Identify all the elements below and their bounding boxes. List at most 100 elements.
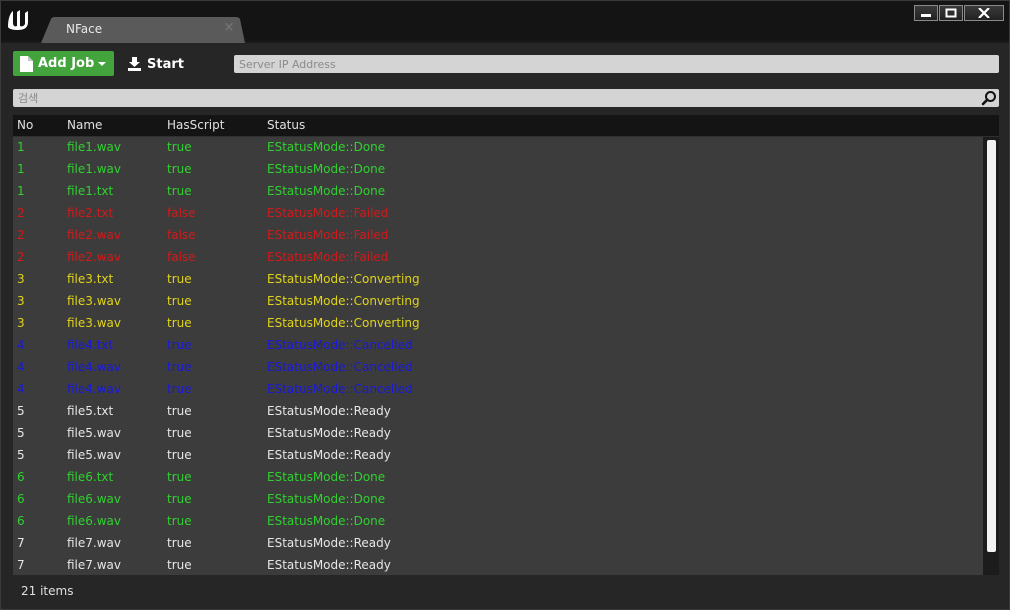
cell-status: EStatusMode::Cancelled bbox=[267, 338, 413, 352]
column-header-status[interactable]: Status bbox=[267, 118, 305, 132]
cell-status: EStatusMode::Converting bbox=[267, 316, 420, 330]
cell-name: file5.wav bbox=[67, 426, 121, 440]
cell-name: file2.txt bbox=[67, 206, 114, 220]
cell-name: file3.wav bbox=[67, 316, 121, 330]
cell-name: file1.wav bbox=[67, 140, 121, 154]
search-icon[interactable] bbox=[981, 90, 997, 106]
cell-no: 7 bbox=[17, 536, 25, 550]
column-header-hasscript[interactable]: HasScript bbox=[167, 118, 224, 132]
table-row[interactable]: 2 file2.txt false EStatusMode::Failed bbox=[13, 203, 983, 225]
cell-hasscript: true bbox=[167, 536, 192, 550]
cell-hasscript: true bbox=[167, 162, 192, 176]
cell-name: file4.txt bbox=[67, 338, 114, 352]
cell-status: EStatusMode::Converting bbox=[267, 272, 420, 286]
cell-status: EStatusMode::Done bbox=[267, 162, 386, 176]
cell-hasscript: true bbox=[167, 448, 192, 462]
app-window: NFace × Add Job Start Server IP Address … bbox=[0, 0, 1010, 610]
table-row[interactable]: 5 file5.txt true EStatusMode::Ready bbox=[13, 401, 983, 423]
scrollbar-thumb[interactable] bbox=[987, 140, 996, 552]
minimize-button[interactable] bbox=[914, 5, 938, 21]
server-ip-input[interactable] bbox=[234, 55, 999, 73]
cell-no: 7 bbox=[17, 558, 25, 572]
table-row[interactable]: 4 file4.wav true EStatusMode::Cancelled bbox=[13, 357, 983, 379]
cell-name: file5.txt bbox=[67, 404, 114, 418]
document-icon bbox=[20, 55, 33, 72]
cell-name: file6.wav bbox=[67, 492, 121, 506]
cell-name: file7.wav bbox=[67, 536, 121, 550]
table-row[interactable]: 3 file3.wav true EStatusMode::Converting bbox=[13, 291, 983, 313]
cell-name: file4.wav bbox=[67, 360, 121, 374]
table-row[interactable]: 2 file2.wav false EStatusMode::Failed bbox=[13, 225, 983, 247]
cell-no: 2 bbox=[17, 206, 25, 220]
cell-hasscript: false bbox=[167, 206, 196, 220]
column-header-name[interactable]: Name bbox=[67, 118, 102, 132]
cell-hasscript: true bbox=[167, 404, 192, 418]
cell-name: file2.wav bbox=[67, 228, 121, 242]
title-bar[interactable]: NFace × bbox=[1, 1, 1009, 43]
cell-no: 1 bbox=[17, 162, 25, 176]
maximize-button[interactable] bbox=[939, 5, 963, 21]
cell-hasscript: true bbox=[167, 382, 192, 396]
search-input[interactable] bbox=[13, 89, 973, 107]
table-row[interactable]: 3 file3.wav true EStatusMode::Converting bbox=[13, 313, 983, 335]
cell-name: file5.wav bbox=[67, 448, 121, 462]
table-row[interactable]: 3 file3.txt true EStatusMode::Converting bbox=[13, 269, 983, 291]
cell-no: 1 bbox=[17, 184, 25, 198]
table-row[interactable]: 5 file5.wav true EStatusMode::Ready bbox=[13, 445, 983, 467]
start-label: Start bbox=[147, 56, 184, 72]
table-row[interactable]: 7 file7.wav true EStatusMode::Ready bbox=[13, 555, 983, 575]
search-bar bbox=[13, 89, 999, 107]
add-job-button[interactable]: Add Job bbox=[13, 51, 114, 76]
cell-status: EStatusMode::Cancelled bbox=[267, 382, 413, 396]
cell-status: EStatusMode::Ready bbox=[267, 426, 391, 440]
cell-hasscript: false bbox=[167, 228, 196, 242]
cell-no: 4 bbox=[17, 360, 25, 374]
cell-status: EStatusMode::Ready bbox=[267, 404, 391, 418]
table-row[interactable]: 5 file5.wav true EStatusMode::Ready bbox=[13, 423, 983, 445]
unreal-engine-logo-icon bbox=[8, 10, 28, 30]
cell-no: 5 bbox=[17, 404, 25, 418]
cell-no: 5 bbox=[17, 448, 25, 462]
cell-hasscript: true bbox=[167, 360, 192, 374]
cell-name: file1.txt bbox=[67, 184, 114, 198]
cell-hasscript: true bbox=[167, 470, 192, 484]
cell-name: file4.wav bbox=[67, 382, 121, 396]
window-controls bbox=[914, 5, 1004, 21]
cell-status: EStatusMode::Failed bbox=[267, 206, 389, 220]
cell-status: EStatusMode::Done bbox=[267, 470, 386, 484]
cell-name: file1.wav bbox=[67, 162, 121, 176]
table-row[interactable]: 1 file1.wav true EStatusMode::Done bbox=[13, 137, 983, 159]
cell-hasscript: true bbox=[167, 184, 192, 198]
table-row[interactable]: 6 file6.txt true EStatusMode::Done bbox=[13, 467, 983, 489]
close-window-button[interactable] bbox=[964, 5, 1004, 21]
start-button[interactable]: Start bbox=[127, 54, 184, 74]
table-row[interactable]: 2 file2.wav false EStatusMode::Failed bbox=[13, 247, 983, 269]
cell-hasscript: true bbox=[167, 338, 192, 352]
tab-close-icon[interactable]: × bbox=[223, 21, 235, 35]
table-row[interactable]: 1 file1.txt true EStatusMode::Done bbox=[13, 181, 983, 203]
job-table: No Name HasScript Status 1 file1.wav true E… bbox=[13, 115, 999, 575]
cell-status: EStatusMode::Ready bbox=[267, 558, 391, 572]
table-row[interactable]: 6 file6.wav true EStatusMode::Done bbox=[13, 489, 983, 511]
cell-status: EStatusMode::Done bbox=[267, 492, 386, 506]
cell-status: EStatusMode::Failed bbox=[267, 250, 389, 264]
cell-no: 3 bbox=[17, 272, 25, 286]
table-row[interactable]: 6 file6.wav true EStatusMode::Done bbox=[13, 511, 983, 533]
table-row[interactable]: 7 file7.wav true EStatusMode::Ready bbox=[13, 533, 983, 555]
cell-hasscript: true bbox=[167, 316, 192, 330]
close-icon bbox=[978, 8, 990, 18]
cell-no: 6 bbox=[17, 470, 25, 484]
cell-no: 6 bbox=[17, 514, 25, 528]
cell-no: 3 bbox=[17, 316, 25, 330]
table-row[interactable]: 1 file1.wav true EStatusMode::Done bbox=[13, 159, 983, 181]
cell-no: 2 bbox=[17, 250, 25, 264]
cell-status: EStatusMode::Ready bbox=[267, 448, 391, 462]
column-header-no[interactable]: No bbox=[17, 118, 33, 132]
table-row[interactable]: 4 file4.txt true EStatusMode::Cancelled bbox=[13, 335, 983, 357]
table-row[interactable]: 4 file4.wav true EStatusMode::Cancelled bbox=[13, 379, 983, 401]
cell-name: file6.wav bbox=[67, 514, 121, 528]
minimize-icon bbox=[921, 14, 931, 17]
tab-nface[interactable]: NFace × bbox=[41, 17, 245, 43]
table-header: No Name HasScript Status bbox=[13, 115, 999, 137]
scrollbar[interactable] bbox=[983, 137, 999, 575]
